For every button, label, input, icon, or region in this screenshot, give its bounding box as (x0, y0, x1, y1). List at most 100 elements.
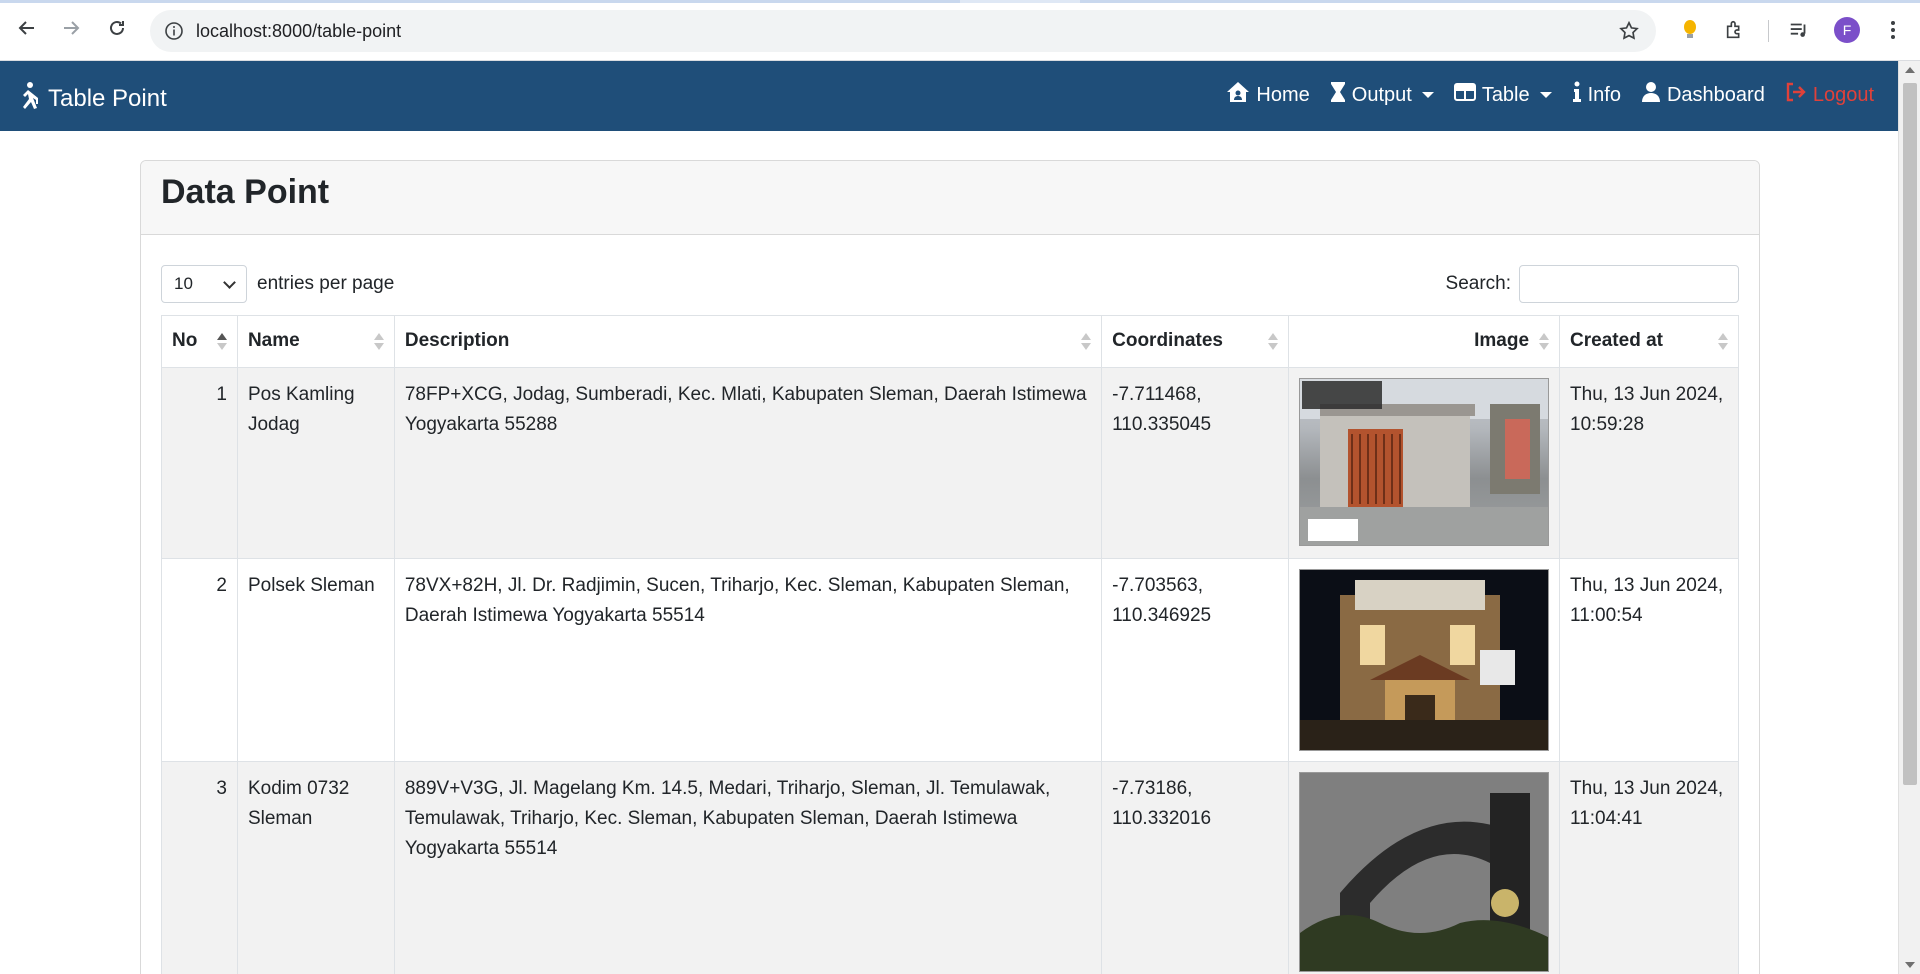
cell-created-at: Thu, 13 Jun 2024, 10:59:28 (1559, 367, 1739, 559)
address-bar[interactable]: localhost:8000/table-point (150, 10, 1656, 52)
search-label: Search: (1445, 273, 1511, 294)
column-header-coordinates[interactable]: Coordinates (1101, 315, 1290, 368)
navbar-menu: Home Output Table Info Dashboard Logout (1226, 81, 1874, 109)
search-control: Search: (1446, 265, 1739, 303)
column-header-no[interactable]: No (161, 315, 238, 368)
chevron-down-icon (223, 275, 236, 289)
reload-icon[interactable] (103, 14, 131, 42)
column-header-label: Name (247, 330, 300, 351)
cell-coordinates: -7.711468, 110.335045 (1101, 367, 1290, 559)
media-controls-icon[interactable] (1786, 16, 1812, 44)
point-photo[interactable] (1299, 569, 1550, 751)
column-header-label: Created at (1570, 330, 1663, 351)
nav-output-label: Output (1351, 83, 1412, 106)
table-controls: 10 entries per page Search: (161, 265, 1739, 305)
per-page-label: entries per page (257, 273, 395, 294)
brand-label: Table Point (48, 84, 167, 112)
hourglass-icon (1330, 81, 1346, 109)
column-header-label: Description (404, 330, 510, 351)
nav-home[interactable]: Home (1226, 81, 1310, 109)
cell-no: 3 (161, 761, 238, 974)
nav-info[interactable]: Info (1572, 81, 1621, 109)
cell-coordinates: -7.703563, 110.346925 (1101, 558, 1290, 762)
nav-info-label: Info (1587, 83, 1621, 106)
kebab-menu-icon[interactable] (1880, 16, 1906, 44)
user-icon (1641, 81, 1661, 109)
column-header-label: No (172, 330, 198, 351)
sort-icon (1718, 333, 1728, 353)
cell-created-at: Thu, 13 Jun 2024, 11:04:41 (1559, 761, 1739, 974)
sort-icon (216, 333, 227, 353)
nav-table-dropdown[interactable]: Table (1453, 83, 1552, 107)
per-page-select[interactable]: 10 (161, 265, 247, 303)
navbar-brand[interactable]: Table Point (16, 81, 167, 116)
table-row: 3 Kodim 0732 Sleman 889V+V3G, Jl. Magela… (161, 761, 1739, 974)
table-row: 1 Pos Kamling Jodag 78FP+XCG, Jodag, Sum… (161, 367, 1739, 559)
cell-coordinates: -7.73186, 110.332016 (1101, 761, 1290, 974)
search-input[interactable] (1519, 265, 1739, 303)
tab-strip (0, 0, 1920, 3)
extension-bulb-icon[interactable] (1678, 16, 1702, 44)
app-navbar: Table Point Home Output Table Info Dashb… (0, 61, 1898, 131)
person-walking-icon (16, 81, 40, 116)
scroll-up-arrow-icon[interactable] (1905, 67, 1915, 73)
cell-image (1288, 367, 1561, 559)
cell-description: 78FP+XCG, Jodag, Sumberadi, Kec. Mlati, … (393, 367, 1103, 559)
cell-name: Kodim 0732 Sleman (236, 761, 395, 974)
nav-home-label: Home (1256, 83, 1310, 106)
page-title: Data Point (161, 173, 330, 211)
cell-created-at: Thu, 13 Jun 2024, 11:00:54 (1559, 558, 1739, 762)
sort-icon (1268, 333, 1279, 353)
forward-arrow-icon[interactable] (57, 14, 85, 42)
cell-description: 78VX+82H, Jl. Dr. Radjimin, Sucen, Triha… (393, 558, 1103, 762)
page-scrollbar[interactable] (1898, 61, 1920, 974)
table-header-row: No Name Description Coordinates Image Cr… (161, 315, 1739, 368)
column-header-created-at[interactable]: Created at (1559, 315, 1739, 368)
cell-name: Pos Kamling Jodag (236, 367, 395, 559)
point-photo[interactable] (1299, 772, 1550, 972)
back-arrow-icon[interactable] (13, 14, 41, 42)
per-page-control: 10 entries per page (161, 265, 394, 303)
chevron-down-icon (1539, 92, 1552, 98)
house-user-icon (1226, 81, 1250, 109)
info-icon (1572, 81, 1582, 109)
data-point-card: Data Point 10 entries per page Search: N… (140, 160, 1760, 974)
point-photo[interactable] (1299, 378, 1550, 546)
cell-name: Polsek Sleman (236, 558, 395, 762)
cell-image (1288, 558, 1561, 762)
toolbar-divider (1768, 20, 1769, 42)
scrollbar-thumb[interactable] (1903, 83, 1917, 785)
cell-image (1288, 761, 1561, 974)
cell-description: 889V+V3G, Jl. Magelang Km. 14.5, Medari,… (393, 761, 1103, 974)
nav-table-label: Table (1481, 83, 1530, 106)
bookmark-star-icon[interactable] (1618, 20, 1640, 42)
nav-logout-label: Logout (1812, 83, 1874, 106)
nav-dashboard[interactable]: Dashboard (1641, 81, 1765, 109)
sort-icon (1539, 333, 1550, 353)
table-icon (1453, 83, 1476, 107)
column-header-label: Image (1474, 330, 1530, 351)
sort-icon (1081, 333, 1092, 353)
card-header: Data Point (141, 161, 1759, 235)
sort-icon (373, 333, 384, 353)
extensions-puzzle-icon[interactable] (1722, 16, 1748, 44)
nav-logout[interactable]: Logout (1785, 82, 1874, 108)
nav-output-dropdown[interactable]: Output (1330, 81, 1434, 109)
column-header-name[interactable]: Name (236, 315, 395, 368)
cell-no: 2 (161, 558, 238, 762)
scroll-down-arrow-icon[interactable] (1905, 962, 1915, 968)
table-row: 2 Polsek Sleman 78VX+82H, Jl. Dr. Radjim… (161, 558, 1739, 762)
site-info-icon[interactable] (164, 21, 184, 41)
browser-toolbar: localhost:8000/table-point F (0, 0, 1920, 61)
sign-out-icon (1785, 82, 1807, 108)
data-table: No Name Description Coordinates Image Cr… (161, 315, 1739, 974)
chevron-down-icon (1421, 92, 1434, 98)
nav-dashboard-label: Dashboard (1666, 83, 1765, 106)
column-header-image[interactable]: Image (1288, 315, 1561, 368)
per-page-value: 10 (174, 274, 193, 293)
url-text[interactable]: localhost:8000/table-point (196, 21, 401, 42)
cell-no: 1 (161, 367, 238, 559)
profile-avatar[interactable]: F (1834, 17, 1860, 43)
column-header-description[interactable]: Description (393, 315, 1103, 368)
column-header-label: Coordinates (1112, 330, 1223, 351)
